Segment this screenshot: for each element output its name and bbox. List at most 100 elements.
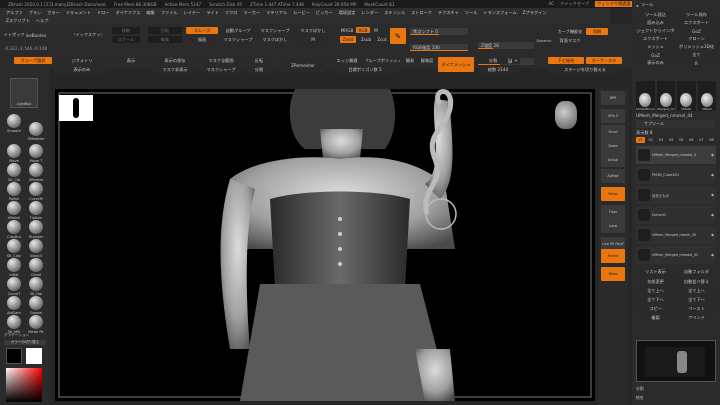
brush-18[interactable]: ArtDam: [5, 296, 23, 315]
shelf-btn-8[interactable]: Local: [601, 219, 625, 233]
brush-12[interactable]: SK_Clay: [5, 239, 23, 258]
subtool-action-6[interactable]: コピー: [636, 306, 675, 312]
subtool-item-4[interactable]: UMesh_Merged_rmesh_35 ◉: [636, 226, 716, 244]
eye-icon[interactable]: ◉: [711, 153, 714, 157]
curve-mode-button[interactable]: カーブ機能化: [556, 28, 584, 35]
m-button[interactable]: M: [372, 27, 380, 33]
subtool-action-2[interactable]: 全て上へ: [636, 288, 675, 294]
subtool-tab-5[interactable]: V6: [686, 137, 696, 143]
brush-17[interactable]: SK_Hai: [27, 277, 45, 296]
color-switch-button[interactable]: カラーの切り替え: [4, 340, 46, 345]
shelf-btn-2[interactable]: Scroll: [601, 125, 625, 139]
tool-btn-11[interactable]: 全て: [677, 52, 716, 58]
rgb-intensity-slider[interactable]: RGB強度 100: [410, 44, 468, 51]
brush-2[interactable]: Move: [5, 144, 23, 163]
stage-button[interactable]: ステージを切り替える: [548, 66, 622, 73]
tool-thumb-0[interactable]: SimpleBrush: [636, 81, 655, 111]
brush-15[interactable]: Chisel: [27, 258, 45, 277]
tool-btn-3[interactable]: エクスポート: [677, 20, 716, 26]
edge-loop-button[interactable]: エッジ最適: [330, 57, 364, 64]
menu-item-9[interactable]: ライト: [206, 10, 219, 16]
group-selection-button[interactable]: グループ選択: [14, 57, 52, 64]
subtool-tab-1[interactable]: V2: [646, 137, 656, 143]
row-a-0-button[interactable]: ジオメトリ: [54, 57, 110, 64]
navigator-preview[interactable]: [636, 340, 716, 382]
menu-item-6[interactable]: 編集: [146, 10, 154, 16]
merge-label[interactable]: 結合: [636, 395, 716, 401]
menu-item-18[interactable]: ストローク: [411, 10, 432, 16]
zcut-button[interactable]: Zcut: [376, 36, 388, 43]
tool-btn-1[interactable]: ツール保存: [677, 12, 716, 18]
menu-item-5[interactable]: ダイナミクス: [116, 10, 141, 16]
subtool-action-4[interactable]: 全て下へ: [636, 297, 675, 303]
subtool-item-3[interactable]: Extract2 ◉: [636, 206, 716, 224]
auto-folder-button[interactable]: 自動フォルダ: [677, 269, 716, 275]
menu-item-10[interactable]: マクロ: [225, 10, 238, 16]
subtool-action-5[interactable]: 全て下へ: [677, 297, 716, 303]
secondary-color-swatch[interactable]: [6, 348, 22, 364]
eye-icon[interactable]: ◉: [711, 193, 714, 197]
eye-icon[interactable]: ◉: [711, 233, 714, 237]
shelf-btn-3[interactable]: Zoom: [601, 139, 625, 153]
brush-11[interactable]: Standar: [27, 220, 45, 239]
brush-14[interactable]: Inflat: [5, 258, 23, 277]
tool-btn-10[interactable]: GoZ: [636, 52, 675, 58]
subtool-action-8[interactable]: 複製: [636, 315, 675, 321]
z-intensity-slider[interactable]: Z強度 26: [478, 42, 534, 49]
row-b-4-button[interactable]: 分割: [244, 66, 274, 73]
split-label[interactable]: 分割: [636, 386, 716, 392]
brush-9[interactable]: Flatten: [27, 201, 45, 220]
tool-btn-7[interactable]: クローン: [677, 36, 716, 42]
brush-19[interactable]: Groom: [27, 296, 45, 315]
subtool-tab-7[interactable]: V8: [706, 137, 716, 143]
brush-20[interactable]: SK_Mfil: [5, 315, 23, 334]
group-polish-button[interactable]: グループポリッシュ: [366, 57, 400, 64]
color-button[interactable]: M: [295, 36, 331, 43]
list-all-button[interactable]: リスト表示: [636, 269, 675, 275]
subtool-action-9[interactable]: アペンド: [677, 315, 716, 321]
row-a-2-button[interactable]: 表示の保存: [152, 57, 198, 64]
shelf-btn-10[interactable]: Frame: [601, 249, 625, 263]
edit-button[interactable]: 編集: [148, 36, 182, 43]
subtool-item-2[interactable]: 自衣えもの ◉: [636, 186, 716, 204]
eye-icon[interactable]: ◉: [711, 213, 714, 217]
subtool-tab-2[interactable]: V3: [656, 137, 666, 143]
zsub-button[interactable]: Zsub: [358, 36, 374, 43]
quicksave-button[interactable]: クイックセーブ: [560, 1, 589, 7]
tool-thumb-3[interactable]: UMesh: [697, 81, 716, 111]
simple-button[interactable]: 簡易: [402, 57, 418, 64]
subtool-action-0[interactable]: 名前変更: [636, 279, 675, 285]
draw-button[interactable]: 描画: [186, 36, 218, 43]
rgb-button[interactable]: RGB: [356, 27, 370, 33]
menu-item-2[interactable]: カラー: [47, 10, 60, 16]
subtool-header[interactable]: サブツール: [636, 120, 714, 128]
menu-item-19[interactable]: テクスチャ: [438, 10, 459, 16]
row-a-3-button[interactable]: マスク全範囲: [200, 57, 242, 64]
menu-item-22[interactable]: Zプラグイン: [523, 10, 547, 16]
res-button[interactable]: 解像度: [420, 57, 434, 64]
menu-item-0[interactable]: アルファ: [6, 10, 23, 16]
menu-item-4[interactable]: ドロー: [97, 10, 110, 16]
liveboolean-button[interactable]: LiveBoolean: [26, 29, 46, 41]
menu-item-3[interactable]: ドキュメント: [66, 10, 91, 16]
subtool-tab-0[interactable]: V1: [636, 137, 646, 143]
smooth-button[interactable]: スムーズ: [186, 27, 218, 34]
tool-btn-8[interactable]: メッシュ: [636, 44, 675, 50]
menu2-item-1[interactable]: ヘルプ: [36, 18, 49, 24]
brush-16[interactable]: CurveT: [5, 277, 23, 296]
menu-item-17[interactable]: ステンシル: [384, 10, 405, 16]
tool-btn-13[interactable]: R: [677, 60, 716, 66]
menu-item-11[interactable]: マーカー: [243, 10, 260, 16]
primary-color-swatch[interactable]: [26, 348, 42, 364]
lightbox-button[interactable]: ライトボックス: [4, 29, 24, 41]
subtool-action-1[interactable]: 自動並べ替え: [677, 279, 716, 285]
mask-blur2-button[interactable]: マスクぼかし: [295, 27, 331, 34]
auto-group-button[interactable]: 自動グループ: [221, 27, 255, 34]
edit-mode-icon[interactable]: ✎: [390, 28, 406, 44]
menu-item-16[interactable]: レンダー: [361, 10, 378, 16]
subtool-item-5[interactable]: UMesh_Merged_nmodel_42 ◉: [636, 246, 716, 264]
shelf-btn-11[interactable]: Move: [601, 267, 625, 281]
eye-icon[interactable]: ◉: [711, 173, 714, 177]
brush-4[interactable]: SK_Cla: [5, 163, 23, 182]
divide-button[interactable]: 分割: [478, 57, 508, 64]
